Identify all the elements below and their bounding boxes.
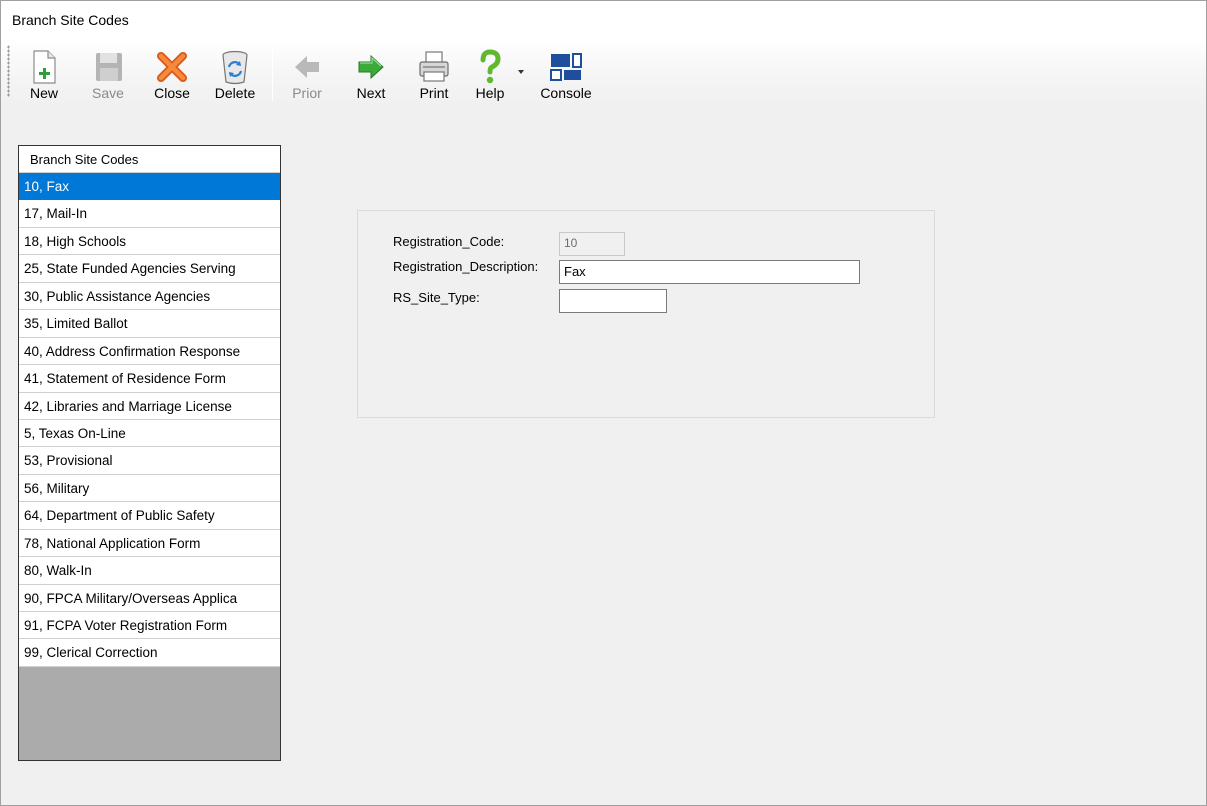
list-item[interactable]: 78, National Application Form	[19, 529, 280, 558]
rs-site-type-label: RS_Site_Type:	[393, 290, 480, 305]
save-button[interactable]: Save	[83, 43, 133, 105]
console-button[interactable]: Console	[535, 43, 597, 105]
registration-code-label: Registration_Code:	[393, 234, 505, 249]
branch-site-codes-window: Branch Site Codes New Save Close Delete …	[0, 0, 1207, 806]
list-item[interactable]: 40, Address Confirmation Response	[19, 337, 280, 366]
list-item[interactable]: 25, State Funded Agencies Serving	[19, 255, 280, 283]
next-label: Next	[356, 85, 386, 101]
prior-label: Prior	[292, 85, 322, 101]
list-item[interactable]: 53, Provisional	[19, 447, 280, 475]
close-button[interactable]: Close	[147, 43, 197, 105]
list-item[interactable]: 90, FPCA Military/Overseas Applica	[19, 584, 280, 612]
registration-code-field[interactable]: 10	[559, 232, 625, 256]
list-item[interactable]: 18, High Schools	[19, 227, 280, 256]
list-item[interactable]: 30, Public Assistance Agencies	[19, 282, 280, 311]
toolbar-separator	[272, 47, 273, 101]
list-item[interactable]: 56, Military	[19, 474, 280, 503]
printer-icon	[419, 51, 449, 82]
title-bar: Branch Site Codes	[1, 1, 1206, 39]
list-item[interactable]: 99, Clerical Correction	[19, 639, 280, 667]
toolbar-grip[interactable]	[7, 45, 10, 97]
close-x-icon	[157, 52, 187, 82]
list-item[interactable]: 17, Mail-In	[19, 200, 280, 228]
list-item[interactable]: 35, Limited Ballot	[19, 310, 280, 338]
prior-button[interactable]: Prior	[282, 43, 332, 105]
new-document-icon	[33, 50, 56, 84]
console-dashboard-icon	[550, 53, 582, 81]
list-item[interactable]: 91, FCPA Voter Registration Form	[19, 612, 280, 640]
list-item[interactable]: 10, Fax	[19, 173, 280, 201]
console-label: Console	[540, 85, 592, 101]
detail-form-panel: Registration_Code: 10 Registration_Descr…	[357, 210, 935, 418]
window-title: Branch Site Codes	[12, 12, 129, 28]
left-arrow-icon	[295, 56, 319, 78]
list-item[interactable]: 64, Department of Public Safety	[19, 502, 280, 530]
print-label: Print	[419, 85, 449, 101]
new-label: New	[29, 85, 58, 101]
close-label: Close	[154, 85, 190, 101]
new-button[interactable]: New	[19, 43, 69, 105]
save-disk-icon	[96, 53, 122, 81]
list-item[interactable]: 42, Libraries and Marriage License	[19, 392, 280, 420]
list-item[interactable]: 80, Walk-In	[19, 557, 280, 585]
next-button[interactable]: Next	[346, 43, 396, 105]
registration-description-label: Registration_Description:	[393, 259, 539, 274]
print-button[interactable]: Print	[409, 43, 459, 105]
branch-site-codes-list[interactable]: Branch Site Codes 10, Fax 17, Mail-In 18, …	[18, 145, 281, 761]
help-label: Help	[475, 85, 505, 101]
list-item[interactable]: 5, Texas On-Line	[19, 419, 280, 448]
list-item[interactable]: 41, Statement of Residence Form	[19, 365, 280, 393]
save-label: Save	[92, 85, 124, 101]
list-items: 10, Fax 17, Mail-In 18, High Schools 25, St…	[19, 173, 280, 667]
list-header: Branch Site Codes	[19, 146, 280, 173]
help-button[interactable]: Help	[467, 43, 513, 105]
help-question-icon	[480, 49, 501, 84]
help-dropdown-arrow-icon[interactable]	[518, 70, 524, 74]
right-arrow-icon	[358, 54, 384, 80]
toolbar: New Save Close Delete Prior Next Print H…	[1, 39, 1206, 107]
delete-button[interactable]: Delete	[209, 43, 261, 105]
registration-description-field[interactable]: Fax	[559, 260, 860, 284]
recycle-bin-icon	[222, 50, 248, 85]
delete-label: Delete	[214, 85, 256, 101]
rs-site-type-field[interactable]	[559, 289, 667, 313]
